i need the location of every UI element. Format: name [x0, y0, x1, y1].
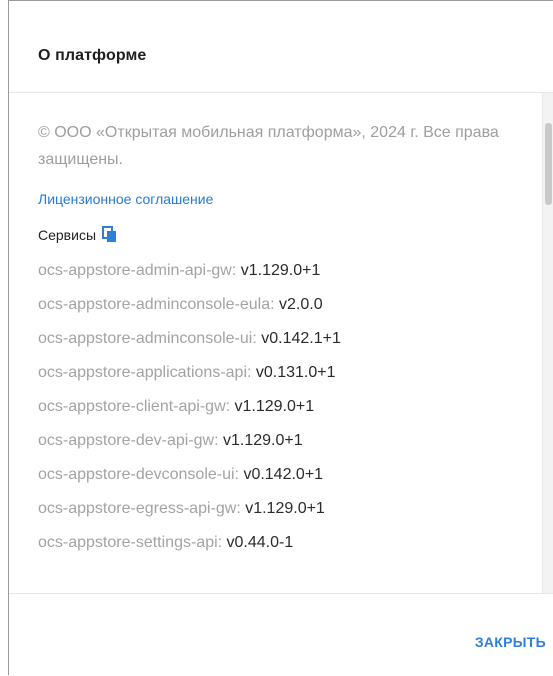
service-name: ocs-appstore-dev-api-gw: [38, 432, 215, 449]
service-version: v1.129.0+1: [240, 262, 321, 279]
about-platform-dialog: О платформе © ООО «Открытая мобильная пл…: [8, 0, 553, 675]
service-name: ocs-appstore-adminconsole-ui: [38, 330, 253, 347]
service-version: v0.131.0+1: [255, 364, 336, 381]
service-version: v0.142.1+1: [261, 330, 341, 347]
list-item: ocs-appstore-adminconsole-ui: v0.142.1+1: [38, 329, 341, 363]
service-separator: :: [270, 296, 280, 313]
list-item: ocs-appstore-client-api-gw: v1.129.0+1: [38, 397, 341, 431]
service-name: ocs-appstore-client-api-gw: [38, 398, 226, 415]
service-separator: :: [252, 330, 262, 347]
list-item: ocs-appstore-egress-api-gw: v1.129.0+1: [38, 499, 341, 533]
service-separator: :: [214, 432, 223, 449]
copy-icon[interactable]: [102, 226, 117, 243]
dialog-content[interactable]: © ООО «Открытая мобильная платформа», 20…: [9, 93, 553, 594]
dialog-title: О платформе: [38, 47, 147, 64]
list-item: ocs-appstore-applications-api: v0.131.0+…: [38, 363, 341, 397]
dialog-footer: ЗАКРЫТЬ: [9, 594, 553, 676]
list-item: ocs-appstore-settings-api: v0.44.0-1: [38, 533, 341, 567]
service-name: ocs-appstore-admin-api-gw: [38, 262, 232, 279]
service-version: v2.0.0: [279, 296, 323, 313]
service-separator: :: [247, 364, 256, 381]
service-name: ocs-appstore-egress-api-gw: [38, 500, 237, 517]
service-name: ocs-appstore-applications-api: [38, 364, 247, 381]
list-item: ocs-appstore-devconsole-ui: v0.142.0+1: [38, 465, 341, 499]
service-name: ocs-appstore-settings-api: [38, 534, 218, 551]
list-item: ocs-appstore-adminconsole-eula: v2.0.0: [38, 295, 341, 329]
list-item: ocs-appstore-dev-api-gw: v1.129.0+1: [38, 431, 341, 465]
scrollbar-thumb[interactable]: [545, 123, 552, 205]
service-separator: :: [236, 500, 246, 517]
copyright-text: © ООО «Открытая мобильная платформа», 20…: [38, 124, 499, 168]
service-separator: :: [225, 398, 235, 415]
list-item: ocs-appstore-admin-api-gw: v1.129.0+1: [38, 261, 341, 295]
services-list: ocs-appstore-admin-api-gw: v1.129.0+1 ocs…: [38, 261, 341, 567]
service-version: v1.129.0+1: [245, 500, 325, 517]
scrollbar[interactable]: [542, 93, 553, 593]
services-row: Сервисы: [38, 226, 117, 243]
service-separator: :: [231, 262, 241, 279]
services-label: Сервисы: [38, 226, 97, 243]
service-version: v1.129.0+1: [222, 432, 303, 449]
service-version: v1.129.0+1: [234, 398, 315, 415]
dialog-header: О платформе: [9, 1, 553, 93]
close-button[interactable]: ЗАКРЫТЬ: [475, 634, 546, 650]
service-name: ocs-appstore-adminconsole-eula: [38, 296, 271, 313]
service-version: v0.44.0-1: [226, 534, 294, 551]
service-name: ocs-appstore-devconsole-ui: [38, 466, 235, 483]
service-separator: :: [217, 534, 227, 551]
service-version: v0.142.0+1: [243, 466, 324, 483]
license-agreement-link[interactable]: Лицензионное соглашение: [38, 191, 213, 207]
